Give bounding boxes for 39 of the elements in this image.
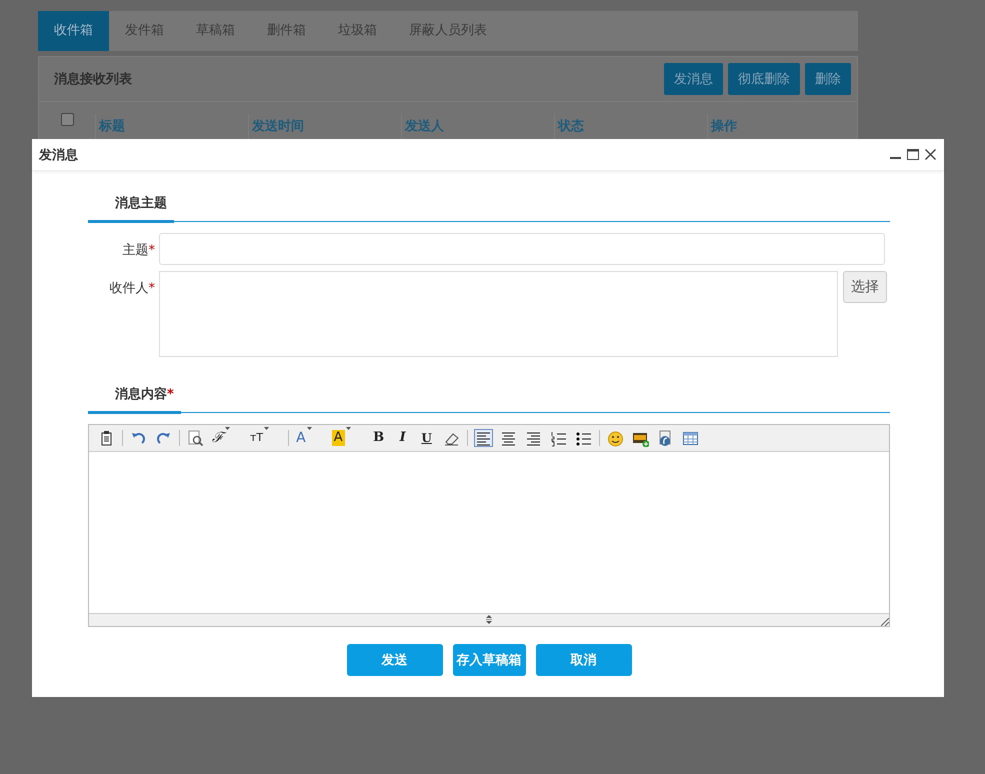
section-heading: 消息主题	[88, 188, 174, 223]
highlight-button[interactable]: A	[330, 429, 364, 447]
underline-button[interactable]: U	[418, 429, 436, 447]
preview-icon[interactable]	[186, 429, 205, 447]
tab[interactable]: 发件箱	[109, 11, 180, 51]
action-button[interactable]: 彻底删除	[728, 63, 800, 95]
select-all-checkbox[interactable]	[60, 113, 74, 126]
tab[interactable]: 屏蔽人员列表	[393, 11, 503, 51]
table-icon[interactable]	[680, 429, 700, 447]
smiley-icon[interactable]	[606, 429, 625, 447]
dialog-button[interactable]: 发送	[346, 644, 442, 676]
tab[interactable]: 草稿箱	[180, 11, 251, 51]
close-icon[interactable]	[925, 149, 936, 160]
action-button[interactable]: 删除	[805, 63, 851, 95]
text-color-button[interactable]: A	[295, 429, 325, 447]
tab[interactable]: 垃圾箱	[322, 11, 393, 51]
bold-button[interactable]: B	[370, 429, 388, 447]
subject-field[interactable]	[159, 233, 885, 265]
dialog-title: 发消息	[39, 146, 78, 164]
section-heading: 消息内容*	[88, 379, 181, 414]
field-label: 收件人*	[108, 280, 155, 297]
dialog-button[interactable]: 存入草稿箱	[452, 644, 526, 676]
dialog-button[interactable]: 取消	[536, 644, 632, 676]
font-family-button[interactable]: ℱ	[211, 429, 243, 447]
align-left-icon[interactable]	[474, 429, 493, 447]
tab[interactable]: 收件箱	[38, 11, 109, 51]
font-size-button[interactable]: тT	[249, 429, 282, 447]
tab[interactable]: 删件箱	[251, 11, 322, 51]
maximize-icon[interactable]	[907, 149, 919, 160]
field-label: 主题*	[122, 242, 155, 259]
numbered-list-icon[interactable]	[548, 429, 568, 447]
resize-grip-icon[interactable]	[485, 615, 493, 624]
recipients-field[interactable]	[159, 271, 838, 357]
panel-title: 消息接收列表	[54, 70, 132, 88]
italic-button[interactable]: I	[394, 429, 412, 447]
action-button[interactable]: 发消息	[664, 63, 723, 95]
corner-resize-icon[interactable]	[881, 618, 889, 626]
choose-button[interactable]: 选择	[843, 271, 887, 303]
rich-text-editor[interactable]: ℱ тT A A B I U	[88, 424, 890, 627]
